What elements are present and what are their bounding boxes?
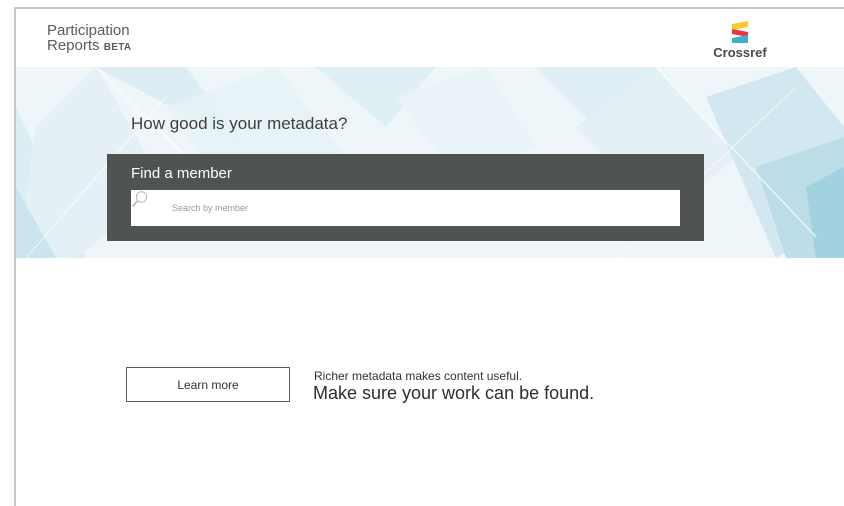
crossref-mark-icon (732, 21, 748, 43)
brand-line1: Participation (47, 22, 130, 39)
header: Participation Reports BETA Crossref (16, 9, 844, 67)
hero-banner: How good is your metadata? Find a member (16, 67, 844, 258)
search-icon (131, 191, 148, 208)
find-member-label: Find a member (131, 165, 232, 182)
page: Participation Reports BETA Crossref How … (0, 0, 844, 506)
crossref-logo[interactable]: Crossref (710, 21, 770, 61)
hero-title: How good is your metadata? (131, 114, 348, 133)
find-member-panel: Find a member (107, 154, 704, 241)
search-box[interactable] (131, 190, 680, 226)
crossref-logo-text: Crossref (713, 45, 767, 60)
tagline-small: Richer metadata makes content useful. (314, 369, 523, 383)
learn-more-button[interactable]: Learn more (126, 367, 290, 402)
member-search-input[interactable] (172, 190, 672, 226)
brand-logo[interactable]: Participation Reports BETA (47, 23, 131, 55)
tagline-large: Make sure your work can be found. (313, 383, 595, 403)
brand-line2: Reports (47, 37, 100, 54)
beta-badge: BETA (103, 42, 132, 53)
